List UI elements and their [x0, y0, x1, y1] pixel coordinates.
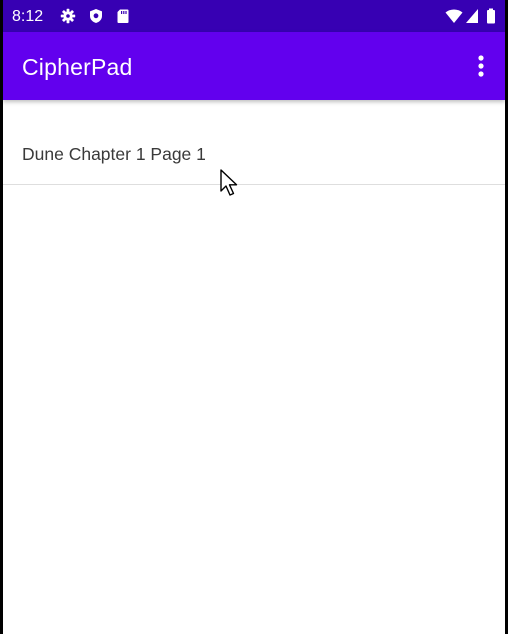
note-list: Dune Chapter 1 Page 1 [3, 100, 505, 634]
sd-card-icon [115, 8, 131, 24]
app-title: CipherPad [22, 54, 133, 80]
list-item-label: Dune Chapter 1 Page 1 [22, 144, 206, 164]
app-bar: CipherPad [3, 32, 505, 100]
more-options-button[interactable] [465, 50, 497, 82]
wifi-icon [445, 8, 463, 24]
cell-signal-icon [465, 8, 479, 24]
gear-icon [60, 8, 76, 24]
more-vert-icon [478, 55, 484, 77]
battery-icon [486, 8, 496, 24]
status-bar: 8:12 [3, 0, 505, 32]
list-item[interactable]: Dune Chapter 1 Page 1 [3, 100, 505, 185]
device-screen: 8:12 CipherPad Dune Chapter 1 Page 1 [3, 0, 505, 634]
status-time: 8:12 [12, 8, 44, 25]
shield-icon [88, 8, 104, 24]
